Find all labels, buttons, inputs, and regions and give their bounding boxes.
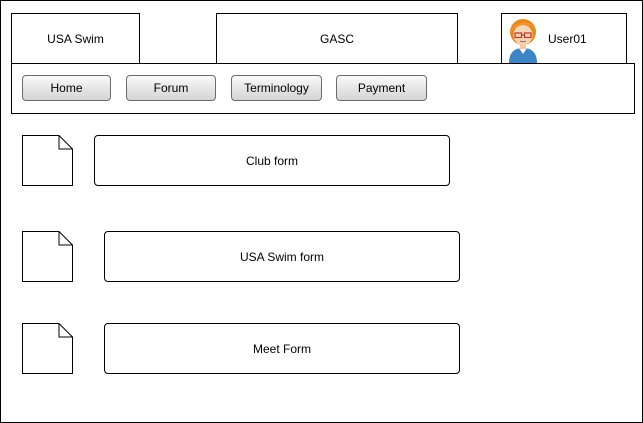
brand-box[interactable]: USA Swim [11,13,140,64]
meet-form-label: Meet Form [252,341,311,356]
nav-payment-button[interactable]: Payment [336,75,427,101]
usa-swim-form-document-icon [22,231,73,282]
club-box[interactable]: GASC [216,13,458,64]
nav-home-button[interactable]: Home [22,75,111,101]
meet-form-document-icon [22,323,73,374]
username: User01 [548,31,587,46]
meet-form-button[interactable]: Meet Form [104,323,460,374]
nav-forum-label: Forum [153,81,189,95]
nav-forum-button[interactable]: Forum [126,75,216,101]
club-form-document-icon [22,135,73,186]
brand-label: USA Swim [47,31,104,46]
usa-swim-form-button[interactable]: USA Swim form [104,231,460,282]
nav-terminology-label: Terminology [244,81,309,95]
club-form-label: Club form [245,153,298,168]
usa-swim-form-label: USA Swim form [239,249,324,264]
nav-home-label: Home [50,81,83,95]
nav-payment-label: Payment [357,81,406,95]
club-label: GASC [319,31,354,46]
user-avatar-icon [509,19,537,63]
club-form-button[interactable]: Club form [94,135,450,186]
nav-terminology-button[interactable]: Terminology [231,75,322,101]
user-box[interactable]: User01 [501,13,627,64]
